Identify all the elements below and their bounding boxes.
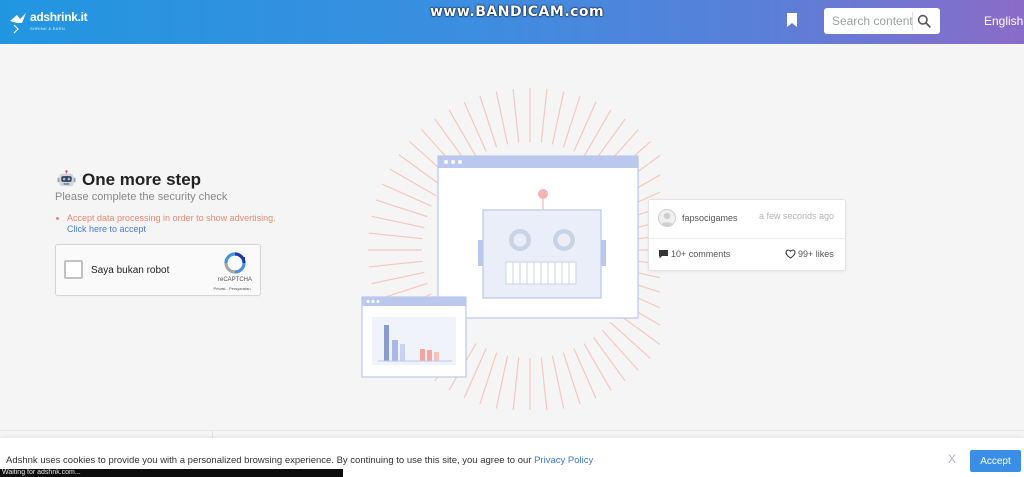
search-box	[824, 8, 940, 34]
language-selector[interactable]: English	[984, 14, 1023, 28]
user-silhouette-icon	[660, 212, 674, 226]
robot-illustration	[361, 88, 660, 410]
mini-bar-6	[434, 352, 439, 361]
mini-bar-2	[392, 340, 398, 361]
page-subtitle: Please complete the security check	[55, 191, 228, 203]
bookmark-icon[interactable]	[786, 13, 798, 27]
mini-bar-1	[384, 325, 389, 361]
comment-icon	[659, 250, 668, 259]
privacy-policy-link[interactable]: Privacy Policy	[534, 455, 593, 466]
post-timestamp: a few seconds ago	[759, 211, 835, 221]
browser-status-bar: Waiting for adshnk.com...	[0, 469, 343, 477]
search-icon[interactable]	[917, 14, 931, 28]
mini-bar-3	[400, 344, 405, 361]
recaptcha-logo-icon	[224, 252, 246, 274]
cookie-message-text: Adshnk uses cookies to provide you with …	[6, 455, 535, 466]
robot-antenna	[538, 189, 548, 199]
heart-icon	[785, 249, 796, 259]
card-divider	[649, 238, 845, 239]
recaptcha-checkbox[interactable]	[64, 260, 83, 279]
like-count: 99+ likes	[798, 249, 834, 259]
warning-bullet	[56, 217, 59, 220]
search-divider	[912, 12, 913, 30]
top-header: adshrink.it SHRINK & EARN www.BANDICAM.c…	[0, 0, 1024, 44]
robot-face-icon	[57, 170, 76, 187]
recaptcha-brand: reCAPTCHA	[217, 277, 252, 283]
cookie-dismiss-button[interactable]: X	[948, 452, 956, 466]
logo-text: adshrink.it	[30, 10, 88, 24]
recaptcha-label: Saya bukan robot	[91, 265, 170, 276]
cookie-accept-button[interactable]: Accept	[970, 450, 1021, 472]
cookie-message: Adshnk uses cookies to provide you with …	[6, 455, 593, 466]
recaptcha-privacy-links[interactable]: Privasi - Persyaratan	[202, 286, 262, 291]
accept-data-link[interactable]: Click here to accept	[67, 224, 146, 234]
data-processing-warning: Accept data processing in order to show …	[67, 213, 276, 223]
page-title: One more step	[82, 170, 202, 189]
robot-head	[482, 209, 602, 299]
search-input[interactable]	[832, 12, 914, 30]
logo-tagline: SHRINK & EARN	[30, 26, 66, 31]
footer-divider	[0, 430, 1024, 431]
mini-bar-5	[427, 350, 432, 361]
recorder-watermark: www.BANDICAM.com	[430, 4, 605, 20]
comment-count: 10+ comments	[671, 249, 731, 259]
site-logo[interactable]: adshrink.it SHRINK & EARN	[8, 7, 88, 37]
post-username: fapsocigames	[682, 213, 738, 223]
mini-bar-4	[420, 349, 425, 361]
recaptcha-widget: Saya bukan robot reCAPTCHA Privasi - Per…	[55, 244, 261, 296]
user-avatar	[658, 209, 676, 227]
social-post-card: fapsocigames a few seconds ago 10+ comme…	[648, 199, 846, 271]
browser-window-bar	[438, 156, 638, 168]
bird-logo-icon	[10, 13, 26, 34]
